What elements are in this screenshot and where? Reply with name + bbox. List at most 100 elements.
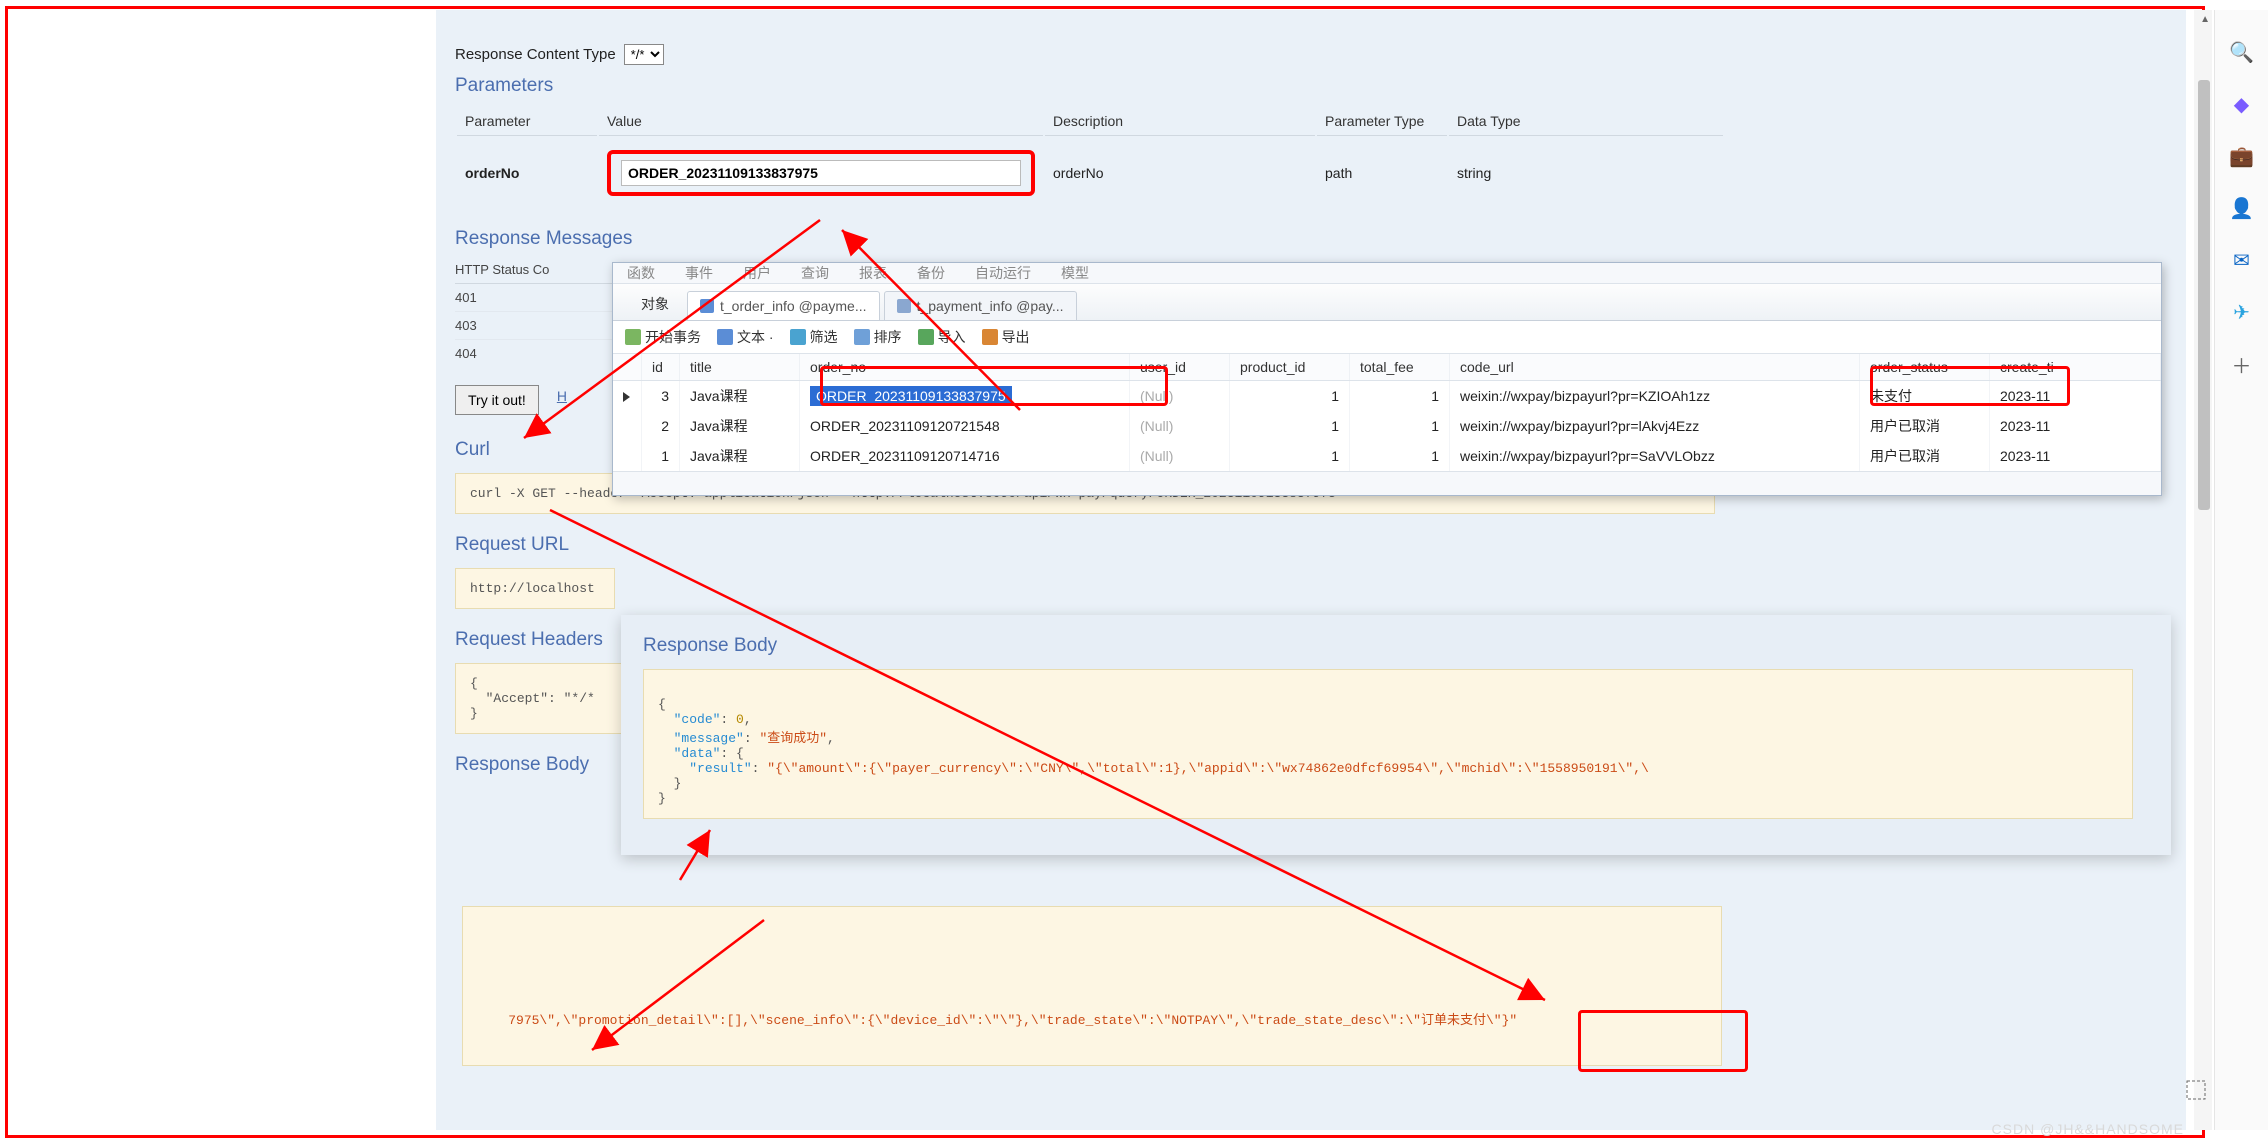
db-cell-code-url[interactable]: weixin://wxpay/bizpayurl?pr=KZIOAh1zz (1450, 381, 1860, 412)
db-cell-id[interactable]: 2 (642, 411, 680, 441)
db-menu-item[interactable]: 函数 (627, 263, 655, 283)
db-filter-button[interactable]: 筛选 (790, 327, 838, 347)
db-row-marker-cell (613, 411, 642, 441)
db-menu-item[interactable]: 用户 (743, 263, 771, 283)
search-icon[interactable]: 🔍 (2230, 40, 2254, 64)
db-cell-title[interactable]: Java课程 (680, 441, 800, 471)
param-description: orderNo (1045, 138, 1315, 208)
db-footer (613, 471, 2161, 495)
db-cell-order-no[interactable]: ORDER_20231109120714716 (800, 441, 1130, 471)
db-row-marker-cell (613, 441, 642, 471)
text-icon (717, 329, 733, 345)
db-menu-item[interactable]: 事件 (685, 263, 713, 283)
db-text-button[interactable]: 文本 · (717, 327, 774, 347)
col-parameter: Parameter (457, 107, 597, 136)
db-cell-order-status[interactable]: 用户已取消 (1860, 411, 1990, 441)
content-type-select[interactable]: */* (624, 44, 664, 65)
col-value: Value (599, 107, 1043, 136)
db-col-id[interactable]: id (642, 354, 680, 381)
try-it-out-button[interactable]: Try it out! (455, 385, 539, 415)
request-headers-block[interactable]: { "Accept": "*/* } (455, 663, 625, 734)
db-cell-product-id[interactable]: 1 (1230, 441, 1350, 471)
db-sort-button[interactable]: 排序 (854, 327, 902, 347)
diamond-icon[interactable]: ◆ (2230, 92, 2254, 116)
db-cell-user-id[interactable]: (Null) (1130, 411, 1230, 441)
param-name: orderNo (457, 138, 597, 208)
db-cell-title[interactable]: Java课程 (680, 411, 800, 441)
db-tab-label: t_order_info @payme... (720, 298, 867, 314)
hide-response-link[interactable]: H (557, 388, 567, 404)
telegram-icon[interactable]: ✈ (2230, 300, 2254, 324)
begin-tx-icon (625, 329, 641, 345)
param-value-input[interactable] (621, 160, 1021, 186)
param-type: path (1317, 138, 1447, 208)
db-cell-user-id[interactable]: (Null) (1130, 441, 1230, 471)
person-icon[interactable]: 👤 (2230, 196, 2254, 220)
watermark: CSDN @JH&&HANDSOME (1992, 1121, 2184, 1137)
db-tab-order-info[interactable]: t_order_info @payme... (687, 291, 880, 320)
parameters-table: Parameter Value Description Parameter Ty… (455, 105, 1725, 210)
db-cell-product-id[interactable]: 1 (1230, 381, 1350, 412)
db-menu-item[interactable]: 报表 (859, 263, 887, 283)
response-messages-heading: Response Messages (455, 222, 1735, 256)
parameter-row: orderNo orderNo path string (457, 138, 1723, 208)
db-cell-total-fee[interactable]: 1 (1350, 381, 1450, 412)
db-cell-create-time[interactable]: 2023-11 (1990, 441, 2161, 471)
db-cell-order-no[interactable]: ORDER_20231109120721548 (800, 411, 1130, 441)
db-cell-id[interactable]: 3 (642, 381, 680, 412)
db-cell-total-fee[interactable]: 1 (1350, 441, 1450, 471)
table-icon (897, 299, 911, 313)
db-cell-code-url[interactable]: weixin://wxpay/bizpayurl?pr=SaVVLObzz (1450, 441, 1860, 471)
db-begin-tx-button[interactable]: 开始事务 (625, 327, 701, 347)
briefcase-icon[interactable]: 💼 (2230, 144, 2254, 168)
outlook-icon[interactable]: ✉ (2230, 248, 2254, 272)
filter-icon (790, 329, 806, 345)
request-url-heading: Request URL (455, 528, 1735, 562)
db-menu-item[interactable]: 模型 (1061, 263, 1089, 283)
db-row[interactable]: 2Java课程ORDER_20231109120721548(Null)11we… (613, 411, 2161, 441)
db-export-button[interactable]: 导出 (982, 327, 1030, 347)
param-value-cell (599, 138, 1043, 208)
param-datatype: string (1449, 138, 1723, 208)
db-cell-create-time[interactable]: 2023-11 (1990, 411, 2161, 441)
db-menu-item[interactable]: 备份 (917, 263, 945, 283)
db-menu-item[interactable]: 查询 (801, 263, 829, 283)
db-import-button[interactable]: 导入 (918, 327, 966, 347)
db-col-code-url[interactable]: code_url (1450, 354, 1860, 381)
db-top-menu: 函数 事件 用户 查询 报表 备份 自动运行 模型 (613, 263, 2161, 284)
selection-icon[interactable] (2184, 1078, 2210, 1107)
db-objects-tab[interactable]: 对象 (623, 288, 687, 320)
scroll-up-arrow-icon[interactable]: ▲ (2200, 14, 2210, 25)
table-icon (700, 299, 714, 313)
db-col-marker (613, 354, 642, 381)
response-body-panel: Response Body { "code": 0, "message": "查… (621, 615, 2171, 855)
db-row[interactable]: 1Java课程ORDER_20231109120714716(Null)11we… (613, 441, 2161, 471)
response-content-type-label: Response Content Type (455, 46, 616, 63)
app-right-sidebar: 🔍 ◆ 💼 👤 ✉ ✈ ＋ (2214, 10, 2268, 1130)
current-row-marker-icon (623, 392, 631, 402)
db-tabstrip: 对象 t_order_info @payme... t_payment_info… (613, 284, 2161, 321)
vertical-scrollbar-thumb[interactable] (2198, 80, 2210, 510)
db-col-total-fee[interactable]: total_fee (1350, 354, 1450, 381)
annotation-order-status-box (1870, 366, 2070, 406)
db-cell-id[interactable]: 1 (642, 441, 680, 471)
db-cell-title[interactable]: Java课程 (680, 381, 800, 412)
db-row-marker-cell (613, 381, 642, 412)
db-col-title[interactable]: title (680, 354, 800, 381)
db-cell-total-fee[interactable]: 1 (1350, 411, 1450, 441)
db-cell-order-status[interactable]: 用户已取消 (1860, 441, 1990, 471)
annotation-trade-state-box (1578, 1010, 1748, 1072)
db-menu-item[interactable]: 自动运行 (975, 263, 1031, 283)
db-col-product-id[interactable]: product_id (1230, 354, 1350, 381)
parameters-heading: Parameters (455, 69, 1735, 103)
db-tab-payment-info[interactable]: t_payment_info @pay... (884, 291, 1077, 320)
db-cell-product-id[interactable]: 1 (1230, 411, 1350, 441)
response-body-panel-heading: Response Body (643, 629, 2149, 663)
plus-icon[interactable]: ＋ (2230, 352, 2254, 376)
response-body-main-block[interactable]: 7975\",\"promotion_detail\":[],\"scene_i… (462, 906, 1722, 1066)
annotation-order-no-box (820, 366, 1168, 406)
response-body-json-block[interactable]: { "code": 0, "message": "查询成功", "data": … (643, 669, 2133, 819)
export-icon (982, 329, 998, 345)
db-cell-code-url[interactable]: weixin://wxpay/bizpayurl?pr=lAkvj4Ezz (1450, 411, 1860, 441)
request-url-block[interactable]: http://localhost (455, 568, 615, 609)
